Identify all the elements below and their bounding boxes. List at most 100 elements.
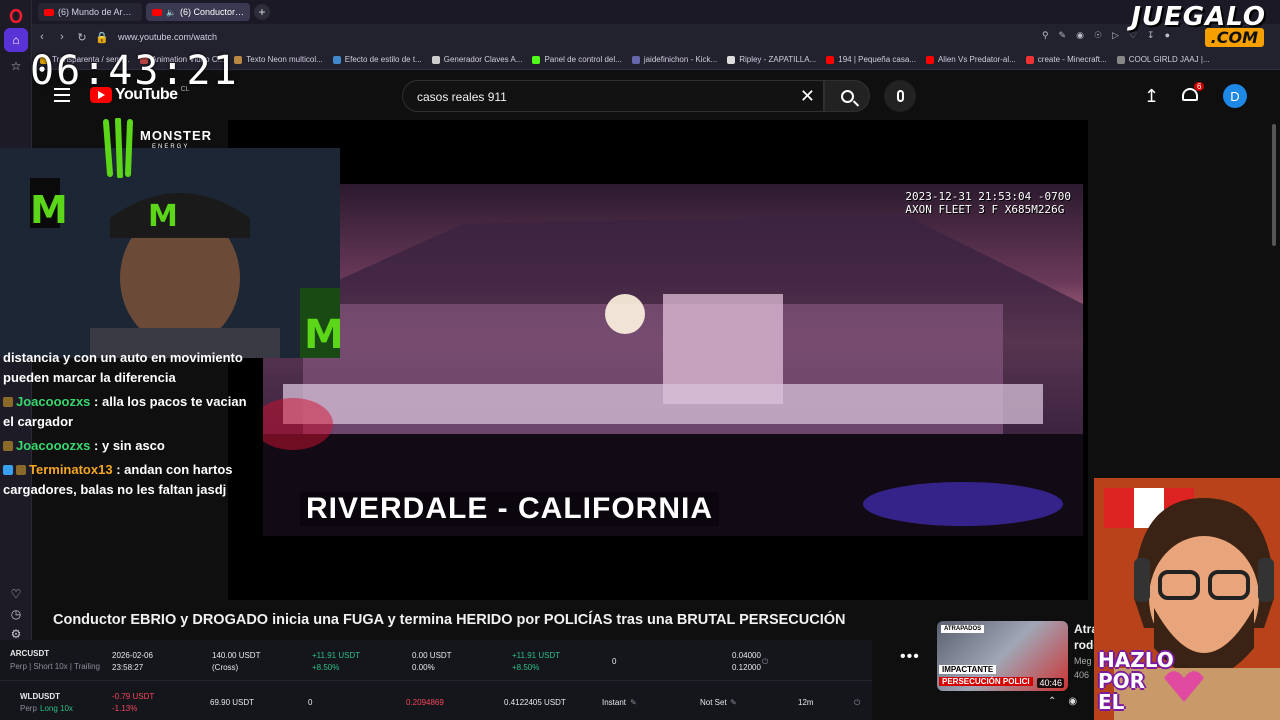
account-avatar[interactable]: D [1223, 84, 1247, 108]
tab-label: (6) Conductor EBRIO ; [179, 7, 244, 17]
position-row[interactable]: ARCUSDT Perp | Short 10x | Trailing 2026… [0, 640, 872, 680]
bookmark-icon [826, 55, 835, 64]
search-button[interactable] [824, 80, 870, 112]
bookmark-item[interactable]: Generador Claves A... [431, 55, 522, 64]
bookmark-icon [925, 55, 934, 64]
clear-search-icon[interactable]: ✕ [800, 86, 815, 107]
new-tab-button[interactable]: + [254, 4, 270, 20]
position-pnl: -0.79 USDT [112, 692, 155, 701]
camera-icon[interactable]: ◉ [1076, 30, 1084, 41]
chat-username: Terminatox13 [29, 462, 113, 477]
sticker-line: POR [1098, 669, 1146, 693]
bookmark-icon [1116, 55, 1125, 64]
system-tray: ⌃ ◉ [1048, 696, 1077, 707]
tab-mundo-de-armas[interactable]: (6) Mundo de Armas - Yo [38, 3, 142, 21]
bookmark-item[interactable]: Texto Neon multicol... [234, 55, 323, 64]
juegalo-domain: .COM [1204, 28, 1264, 47]
shield-icon[interactable]: ☉ [1094, 30, 1102, 41]
edit-icon[interactable]: ✎ [630, 697, 637, 708]
monster-claw-icon [103, 117, 133, 179]
forward-icon[interactable]: › [52, 31, 72, 43]
address-bar: ‹ › ↻ 🔒 www.youtube.com/watch ⚲ ✎ ◉ ☉ ▷ … [32, 24, 1280, 50]
bookmark-icon [332, 55, 341, 64]
total-pnl: +11.91 USDT [512, 651, 561, 660]
bodycam-timestamp: 2023-12-31 21:53:04 -0700 AXON FLEET 3 F… [905, 190, 1071, 216]
recommended-video-thumbnail[interactable]: ATRAPADOS IMPACTANTE PERSECUCIÓN POLICI … [937, 621, 1068, 691]
realized-pnl: 0.00 USDT [412, 651, 452, 660]
notification-count-badge: 6 [1194, 82, 1205, 91]
youtube-favicon-icon [152, 8, 162, 16]
sticker-line: EL [1098, 690, 1125, 714]
close-mode[interactable]: Instant [602, 697, 626, 708]
position-margin: 69.90 USDT [210, 698, 255, 707]
speaker-icon[interactable]: 🔈 [166, 8, 176, 17]
page-scrollbar[interactable] [1272, 124, 1276, 246]
position-date: 2026-02-06 [112, 651, 153, 660]
microphone-icon [896, 90, 904, 102]
bookmark-item[interactable]: 194 | Pequeña casa... [826, 55, 916, 64]
reload-icon[interactable]: ↻ [72, 31, 92, 44]
bookmark-icon [431, 55, 440, 64]
streamer-webcam: M M M [0, 148, 340, 358]
svg-text:M: M [304, 312, 340, 358]
bookmark-item[interactable]: create - Minecraft... [1025, 55, 1107, 64]
position-row[interactable]: WLDUSDT Perp Long 10x -0.79 USDT -1.13% … [0, 680, 872, 720]
thumbnail-banner: IMPACTANTE [939, 665, 997, 674]
opera-logo-icon[interactable] [4, 4, 28, 28]
voice-search-button[interactable] [884, 80, 916, 112]
thumbnail-tag: ATRAPADOS [941, 625, 985, 633]
video-title: Conductor EBRIO y DROGADO inicia una FUG… [53, 612, 846, 628]
youtube-favicon-icon [44, 8, 54, 16]
position-pnl-pct: -1.13% [112, 704, 138, 713]
webcam-scene: M M M [0, 148, 340, 358]
juegalo-logo: JUEGALO .COM [1104, 2, 1276, 48]
position-meta-perp: Perp [20, 704, 37, 713]
bookmark-item[interactable]: Panel de control del... [532, 55, 622, 64]
bookmark-item[interactable]: Efecto de estilo de t... [332, 55, 422, 64]
network-icon[interactable]: ◉ [1068, 696, 1077, 707]
edit-icon[interactable]: ✎ [1059, 30, 1067, 41]
chat-message: Joacooozxs : alla los pacos te vacian el… [3, 392, 253, 432]
bookmark-icon [532, 55, 541, 64]
svg-text:M: M [30, 188, 68, 232]
tpsl-status[interactable]: Not Set [700, 697, 727, 708]
bookmark-item[interactable]: COOL GIRLD JAAJ |... [1116, 55, 1210, 64]
bookmark-item[interactable]: jaidefinichon - Kick... [631, 55, 717, 64]
entry-price: 0.04000 [732, 651, 761, 660]
chevron-up-icon[interactable]: ⌃ [1048, 696, 1056, 707]
position-margin: 140.00 USDT [212, 651, 261, 660]
back-icon[interactable]: ‹ [32, 31, 52, 43]
home-icon[interactable]: ⌂ [4, 28, 28, 52]
position-qty: 0 [612, 657, 617, 666]
tab-label: (6) Mundo de Armas - Yo [58, 7, 136, 17]
search-input[interactable]: casos reales 911 ✕ [402, 80, 824, 112]
tab-conductor-ebrio[interactable]: 🔈 (6) Conductor EBRIO ; [146, 3, 250, 21]
video-location-caption: RIVERDALE - CALIFORNIA [300, 492, 719, 526]
hazlo-por-el-sticker: HAZLO POR EL [1098, 650, 1174, 713]
position-age: 12m [798, 698, 814, 707]
chat-username: Joacooozxs [16, 394, 91, 409]
power-icon[interactable]: ⏻ [854, 697, 860, 708]
recommended-video-title[interactable]: Atra rode [1074, 621, 1096, 653]
chat-message: Terminatox13 : andan con hartos cargador… [3, 460, 253, 500]
upload-icon[interactable]: ↥ [1144, 86, 1159, 107]
stream-clock: 06:43:21 [30, 48, 239, 94]
realized-pnl-pct: 0.00% [412, 663, 435, 672]
bookmark-item[interactable]: Alien Vs Predator-al... [925, 55, 1016, 64]
video-player[interactable]: 2023-12-31 21:53:04 -0700 AXON FLEET 3 F… [228, 120, 1088, 600]
bookmark-item[interactable]: Ripley - ZAPATILLA... [727, 55, 816, 64]
more-options-icon[interactable]: ••• [900, 648, 920, 666]
unrealized-pnl: +11.91 USDT [312, 651, 361, 660]
unrealized-pnl-pct: +8.50% [312, 663, 340, 672]
search-page-icon[interactable]: ⚲ [1042, 30, 1049, 41]
edit-icon[interactable]: ✎ [730, 697, 737, 708]
power-icon[interactable]: ⏻ [762, 656, 768, 667]
user-badge-icon [3, 397, 13, 407]
chat-text: distancia y con un auto en movimiento pu… [3, 350, 243, 385]
lock-icon: 🔒 [95, 31, 109, 44]
device-id-line: AXON FLEET 3 F X685M226G [905, 203, 1065, 216]
position-symbol: WLDUSDT [20, 692, 60, 701]
pin-icon[interactable]: ☆ [4, 54, 28, 78]
url-field[interactable]: www.youtube.com/watch [118, 32, 217, 42]
position-time: 23:58:27 [112, 663, 144, 672]
